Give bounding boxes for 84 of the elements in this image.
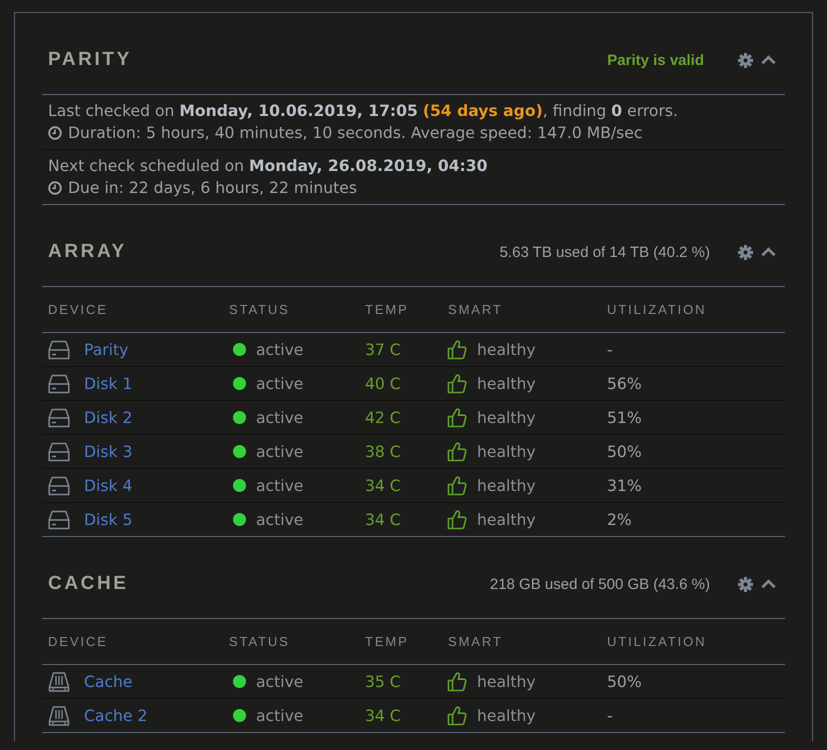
column-header: SMART <box>447 634 503 649</box>
utilization-text: - <box>607 706 613 724</box>
section-title: PARITY <box>48 49 132 71</box>
hard-drive-icon <box>48 340 70 360</box>
status-text: active <box>256 510 304 528</box>
status-text: active <box>256 340 304 358</box>
schedule-text: Last checked on Monday, 10.06.2019, 17:05 (54 days ago), finding 0 errors. <box>48 101 679 122</box>
status-text: active <box>256 442 304 460</box>
settings-icon[interactable] <box>738 244 753 260</box>
detail-text: Due in: 22 days, 6 hours, 22 minutes <box>68 178 357 199</box>
utilization-text: 31% <box>607 476 642 494</box>
column-header: STATUS <box>228 634 290 649</box>
hard-drive-icon <box>48 510 70 530</box>
utilization-text: 56% <box>607 374 642 392</box>
status-text: active <box>256 672 304 690</box>
status-text: active <box>256 408 304 426</box>
device-link[interactable]: Cache <box>84 672 132 690</box>
temperature-text: 34 C <box>365 706 401 724</box>
smart-status-text: healthy <box>477 442 536 460</box>
utilization-text: 51% <box>607 408 642 426</box>
smart-status-text: healthy <box>477 706 536 724</box>
status-text: active <box>256 706 304 724</box>
striped-drive-icon <box>48 706 70 726</box>
column-header: UTILIZATION <box>606 302 706 317</box>
utilization-text: 50% <box>607 672 642 690</box>
thumbs-up-icon <box>447 407 467 428</box>
column-header: TEMP <box>364 302 409 317</box>
hard-drive-icon <box>48 408 70 428</box>
utilization-text: 50% <box>607 442 642 460</box>
device-link[interactable]: Cache 2 <box>84 706 148 724</box>
striped-drive-icon <box>48 672 70 692</box>
smart-status-text: healthy <box>477 340 536 358</box>
collapse-chevron-icon[interactable] <box>761 55 776 65</box>
temperature-text: 42 C <box>365 408 401 426</box>
clock-icon <box>48 126 62 140</box>
device-link[interactable]: Disk 3 <box>84 442 132 460</box>
temperature-text: 34 C <box>365 510 401 528</box>
usage-summary: 5.63 TB used of 14 TB (40.2 %) <box>500 244 710 260</box>
device-link[interactable]: Disk 1 <box>84 374 132 392</box>
status-text: active <box>256 374 304 392</box>
smart-status-text: healthy <box>477 510 536 528</box>
column-header: STATUS <box>228 302 290 317</box>
settings-icon[interactable] <box>738 576 753 592</box>
device-link[interactable]: Disk 5 <box>84 510 132 528</box>
temperature-text: 40 C <box>365 374 401 392</box>
hard-drive-icon <box>48 442 70 462</box>
settings-icon[interactable] <box>738 52 753 68</box>
section-title: CACHE <box>48 573 129 595</box>
temperature-text: 35 C <box>365 672 401 690</box>
smart-status-text: healthy <box>477 476 536 494</box>
collapse-chevron-icon[interactable] <box>761 579 776 589</box>
schedule-text: Next check scheduled on Monday, 26.08.2019, 04:30 <box>48 156 488 177</box>
status-text: active <box>256 476 304 494</box>
column-header: UTILIZATION <box>606 634 706 649</box>
device-link[interactable]: Disk 4 <box>84 476 132 494</box>
temperature-text: 34 C <box>365 476 401 494</box>
thumbs-up-icon <box>447 475 467 496</box>
smart-status-text: healthy <box>477 672 536 690</box>
column-header: DEVICE <box>47 634 108 649</box>
thumbs-up-icon <box>447 509 467 530</box>
column-header: DEVICE <box>47 302 108 317</box>
smart-status-text: healthy <box>477 408 536 426</box>
hard-drive-icon <box>48 374 70 394</box>
usage-summary: 218 GB used of 500 GB (43.6 %) <box>490 576 710 592</box>
utilization-text: - <box>607 340 613 358</box>
column-header: SMART <box>447 302 503 317</box>
hard-drive-icon <box>48 476 70 496</box>
thumbs-up-icon <box>447 339 467 360</box>
thumbs-up-icon <box>447 373 467 394</box>
parity-status: Parity is valid <box>607 52 704 68</box>
thumbs-up-icon <box>447 671 467 692</box>
device-link[interactable]: Parity <box>84 340 128 358</box>
column-header: TEMP <box>364 634 409 649</box>
section-title: ARRAY <box>48 241 127 263</box>
temperature-text: 38 C <box>365 442 401 460</box>
clock-icon <box>48 181 62 195</box>
thumbs-up-icon <box>447 705 467 726</box>
temperature-text: 37 C <box>365 340 401 358</box>
detail-text: Duration: 5 hours, 40 minutes, 10 seconds. Average speed: 147.0 MB/sec <box>68 123 642 144</box>
thumbs-up-icon <box>447 441 467 462</box>
device-link[interactable]: Disk 2 <box>84 408 132 426</box>
smart-status-text: healthy <box>477 374 536 392</box>
collapse-chevron-icon[interactable] <box>761 247 776 257</box>
utilization-text: 2% <box>607 510 632 528</box>
